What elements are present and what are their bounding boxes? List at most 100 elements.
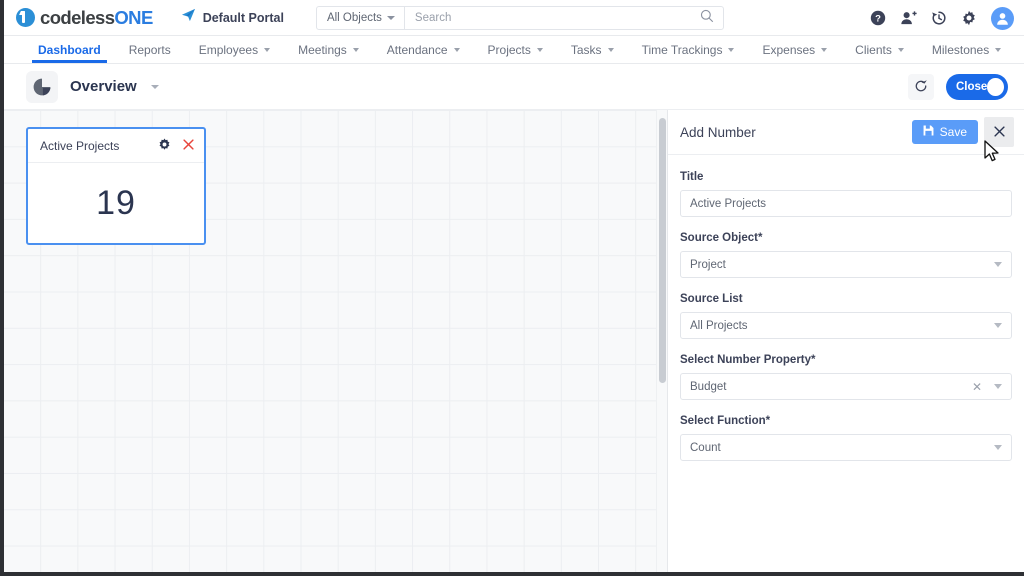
select-value: All Projects bbox=[690, 319, 748, 332]
nav-tab-expenses[interactable]: Expenses bbox=[748, 36, 841, 63]
portal-selector[interactable]: Default Portal bbox=[181, 8, 284, 27]
field-function: Select Function* Count bbox=[680, 415, 1012, 461]
widget-remove-button[interactable] bbox=[183, 138, 194, 153]
nav-tab-employees[interactable]: Employees bbox=[185, 36, 284, 63]
select-value: Count bbox=[690, 441, 721, 454]
widget-value: 19 bbox=[96, 183, 136, 222]
chevron-down-icon[interactable] bbox=[150, 84, 159, 89]
nav-tab-label: Tasks bbox=[570, 42, 602, 57]
gear-icon bbox=[158, 137, 171, 154]
header-actions: ? bbox=[870, 0, 1014, 36]
widget-title: Active Projects bbox=[40, 138, 120, 153]
codeless-one-logo-icon bbox=[16, 8, 35, 27]
add-number-panel: Add Number Save Title Active Projects So… bbox=[667, 110, 1024, 572]
chevron-down-icon bbox=[264, 47, 271, 52]
widget-settings-button[interactable] bbox=[158, 137, 171, 154]
field-title: Title bbox=[680, 171, 1012, 217]
widget-header: Active Projects bbox=[28, 129, 204, 163]
nav-tab-label: Meetings bbox=[298, 42, 347, 57]
field-number-property: Select Number Property* Budget ✕ bbox=[680, 354, 1012, 400]
nav-tab-label: Clients bbox=[855, 42, 892, 57]
close-x-icon bbox=[993, 125, 1005, 140]
save-button[interactable]: Save bbox=[911, 120, 978, 144]
widget-active-projects[interactable]: Active Projects 19 bbox=[26, 127, 206, 245]
select-value: Project bbox=[690, 258, 726, 271]
scrollbar-thumb-vertical[interactable] bbox=[659, 118, 666, 383]
nav-tab-budgets[interactable]: Budgets bbox=[1015, 36, 1024, 63]
canvas-vertical-scrollbar[interactable] bbox=[656, 110, 667, 572]
panel-header: Add Number Save bbox=[668, 110, 1024, 155]
source-list-select[interactable]: All Projects bbox=[680, 312, 1012, 339]
toggle-knob bbox=[987, 78, 1004, 96]
dashboard-title: Overview bbox=[70, 78, 137, 95]
refresh-button[interactable] bbox=[908, 74, 934, 100]
nav-tab-reports[interactable]: Reports bbox=[115, 36, 185, 63]
chevron-down-icon bbox=[994, 262, 1002, 267]
add-user-icon[interactable] bbox=[900, 10, 917, 26]
global-search: All Objects bbox=[315, 5, 724, 30]
settings-gear-icon[interactable] bbox=[961, 10, 977, 26]
nav-tab-tasks[interactable]: Tasks bbox=[557, 36, 628, 63]
nav-tab-attendance[interactable]: Attendance bbox=[373, 36, 474, 63]
chevron-down-icon bbox=[994, 445, 1002, 450]
close-x-icon bbox=[183, 138, 194, 153]
search-input[interactable] bbox=[404, 11, 691, 24]
nav-tab-label: Projects bbox=[487, 42, 531, 57]
nav-tab-label: Milestones bbox=[931, 42, 990, 57]
close-toggle-label: Close bbox=[956, 81, 988, 93]
dashboard-canvas[interactable]: Active Projects 19 bbox=[4, 110, 667, 576]
logo-text-secondary: ONE bbox=[114, 6, 153, 28]
search-icon bbox=[700, 9, 714, 26]
app-logo[interactable]: codelessONE bbox=[16, 7, 153, 29]
nav-tab-label: Attendance bbox=[386, 42, 448, 57]
main-navigation: Dashboard Reports Employees Meetings Att… bbox=[4, 36, 1024, 64]
function-select[interactable]: Count bbox=[680, 434, 1012, 461]
nav-tab-milestones[interactable]: Milestones bbox=[918, 36, 1015, 63]
user-avatar[interactable] bbox=[991, 6, 1014, 30]
chevron-down-icon bbox=[536, 47, 543, 52]
close-toggle[interactable]: Close bbox=[946, 74, 1008, 100]
panel-title: Add Number bbox=[680, 124, 756, 140]
nav-tab-time-trackings[interactable]: Time Trackings bbox=[628, 36, 749, 63]
chevron-down-icon bbox=[607, 47, 614, 52]
nav-tab-dashboard[interactable]: Dashboard bbox=[24, 36, 115, 63]
nav-tab-clients[interactable]: Clients bbox=[841, 36, 918, 63]
chevron-down-icon bbox=[995, 47, 1002, 52]
number-property-select[interactable]: Budget ✕ bbox=[680, 373, 1012, 400]
panel-form: Title Source Object* Project Source List… bbox=[668, 155, 1024, 476]
panel-close-button[interactable] bbox=[984, 117, 1014, 147]
field-label: Title bbox=[680, 171, 704, 183]
chevron-down-icon bbox=[352, 47, 359, 52]
widget-body: 19 bbox=[28, 163, 204, 243]
chevron-down-icon bbox=[897, 47, 904, 52]
clear-selection-icon[interactable]: ✕ bbox=[972, 381, 982, 393]
search-object-filter-label: All Objects bbox=[326, 11, 382, 24]
source-object-select[interactable]: Project bbox=[680, 251, 1012, 278]
canvas-horizontal-scrollbar[interactable] bbox=[4, 572, 667, 576]
dashboard-toolbar: Overview Close bbox=[4, 64, 1024, 110]
field-source-object: Source Object* Project bbox=[680, 232, 1012, 278]
app-header: codelessONE Default Portal All Objects ? bbox=[4, 0, 1024, 36]
save-button-label: Save bbox=[939, 125, 967, 139]
nav-tab-label: Reports bbox=[128, 42, 171, 57]
pie-chart-icon bbox=[26, 70, 58, 103]
nav-tab-label: Time Trackings bbox=[641, 42, 723, 57]
main-body: Active Projects 19 Add Number Save Title… bbox=[4, 110, 1024, 576]
nav-tab-projects[interactable]: Projects bbox=[474, 36, 557, 63]
search-button[interactable] bbox=[691, 9, 723, 26]
chevron-down-icon bbox=[453, 47, 460, 52]
portal-name: Default Portal bbox=[202, 10, 284, 25]
select-value: Budget bbox=[690, 380, 727, 393]
save-disk-icon bbox=[923, 125, 934, 139]
dashboard-selector[interactable]: Overview bbox=[26, 70, 159, 103]
title-input[interactable] bbox=[680, 190, 1012, 217]
help-icon[interactable]: ? bbox=[870, 10, 886, 26]
field-label: Select Number Property* bbox=[680, 354, 816, 366]
browser-window: codelessONE Default Portal All Objects ? bbox=[0, 0, 1024, 576]
search-object-filter[interactable]: All Objects bbox=[317, 6, 405, 29]
nav-tab-meetings[interactable]: Meetings bbox=[284, 36, 373, 63]
history-icon[interactable] bbox=[931, 10, 947, 26]
chevron-down-icon bbox=[994, 384, 1002, 389]
widget-actions bbox=[158, 137, 194, 154]
svg-text:?: ? bbox=[875, 14, 881, 25]
